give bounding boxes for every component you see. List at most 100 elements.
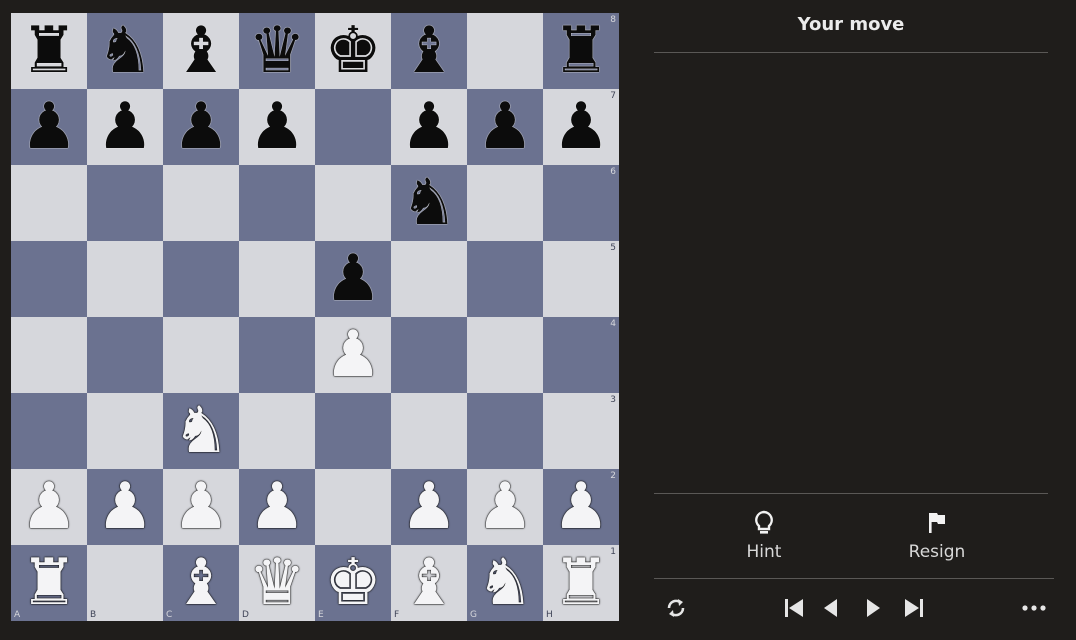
white-king-piece[interactable]: ♚ [324,551,381,615]
square-e2[interactable] [315,469,391,545]
square-e4[interactable]: ♟ [315,317,391,393]
square-c8[interactable]: ♝ [163,13,239,89]
square-c6[interactable] [163,165,239,241]
chess-board[interactable]: ♜ ♞ ♝ ♛ ♚ ♝ ♜ 8 ♟ ♟ ♟ ♟ ♟ ♟ ♟ 7 ♞ 6 ♟ 5 ♟ 4 ♞ 3 ♟ ♟ ♟ ♟ ♟ ♟ ♟ 2 ♜ A B ♝ C ♛ D ♚… [11,13,619,621]
white-pawn-piece[interactable]: ♟ [552,475,609,539]
square-e7[interactable] [315,89,391,165]
square-f6[interactable]: ♞ [391,165,467,241]
square-a4[interactable] [11,317,87,393]
square-e1[interactable]: ♚ E [315,545,391,621]
square-h5[interactable]: 5 [543,241,619,317]
black-pawn-piece[interactable]: ♟ [248,95,305,159]
white-pawn-piece[interactable]: ♟ [476,475,533,539]
black-pawn-piece[interactable]: ♟ [400,95,457,159]
square-b5[interactable] [87,241,163,317]
square-g5[interactable] [467,241,543,317]
square-c2[interactable]: ♟ [163,469,239,545]
square-d4[interactable] [239,317,315,393]
square-f5[interactable] [391,241,467,317]
resign-button[interactable]: Resign [882,510,992,562]
square-d1[interactable]: ♛ D [239,545,315,621]
square-g7[interactable]: ♟ [467,89,543,165]
square-d8[interactable]: ♛ [239,13,315,89]
square-a6[interactable] [11,165,87,241]
square-c4[interactable] [163,317,239,393]
square-f8[interactable]: ♝ [391,13,467,89]
black-queen-piece[interactable]: ♛ [248,19,305,83]
flip-board-button[interactable] [662,594,690,622]
square-c5[interactable] [163,241,239,317]
square-a3[interactable] [11,393,87,469]
white-knight-piece[interactable]: ♞ [172,399,229,463]
more-options-button[interactable] [1020,594,1048,622]
square-b7[interactable]: ♟ [87,89,163,165]
black-pawn-piece[interactable]: ♟ [476,95,533,159]
black-pawn-piece[interactable]: ♟ [96,95,153,159]
square-g1[interactable]: ♞ G [467,545,543,621]
white-rook-piece[interactable]: ♜ [20,551,77,615]
previous-move-button[interactable] [820,594,842,622]
white-pawn-piece[interactable]: ♟ [324,323,381,387]
white-rook-piece[interactable]: ♜ [552,551,609,615]
square-g4[interactable] [467,317,543,393]
first-move-button[interactable] [782,594,806,622]
square-f7[interactable]: ♟ [391,89,467,165]
square-e8[interactable]: ♚ [315,13,391,89]
square-d7[interactable]: ♟ [239,89,315,165]
square-g2[interactable]: ♟ [467,469,543,545]
square-b8[interactable]: ♞ [87,13,163,89]
square-h2[interactable]: ♟ 2 [543,469,619,545]
square-a7[interactable]: ♟ [11,89,87,165]
square-e5[interactable]: ♟ [315,241,391,317]
square-f3[interactable] [391,393,467,469]
square-f2[interactable]: ♟ [391,469,467,545]
black-pawn-piece[interactable]: ♟ [172,95,229,159]
square-a5[interactable] [11,241,87,317]
black-knight-piece[interactable]: ♞ [400,171,457,235]
white-bishop-piece[interactable]: ♝ [400,551,457,615]
white-pawn-piece[interactable]: ♟ [96,475,153,539]
square-e3[interactable] [315,393,391,469]
square-h6[interactable]: 6 [543,165,619,241]
white-queen-piece[interactable]: ♛ [248,551,305,615]
black-pawn-piece[interactable]: ♟ [552,95,609,159]
black-rook-piece[interactable]: ♜ [20,19,77,83]
square-e6[interactable] [315,165,391,241]
square-b2[interactable]: ♟ [87,469,163,545]
square-h8[interactable]: ♜ 8 [543,13,619,89]
black-pawn-piece[interactable]: ♟ [324,247,381,311]
square-f1[interactable]: ♝ F [391,545,467,621]
white-bishop-piece[interactable]: ♝ [172,551,229,615]
square-d5[interactable] [239,241,315,317]
square-h1[interactable]: ♜ 1 H [543,545,619,621]
white-pawn-piece[interactable]: ♟ [20,475,77,539]
square-g6[interactable] [467,165,543,241]
last-move-button[interactable] [902,594,926,622]
square-c7[interactable]: ♟ [163,89,239,165]
square-f4[interactable] [391,317,467,393]
hint-button[interactable]: Hint [709,510,819,562]
next-move-button[interactable] [862,594,884,622]
square-d6[interactable] [239,165,315,241]
square-d3[interactable] [239,393,315,469]
square-b1[interactable]: B [87,545,163,621]
square-b3[interactable] [87,393,163,469]
square-g8[interactable] [467,13,543,89]
square-g3[interactable] [467,393,543,469]
square-h7[interactable]: ♟ 7 [543,89,619,165]
square-a2[interactable]: ♟ [11,469,87,545]
square-h4[interactable]: 4 [543,317,619,393]
square-b4[interactable] [87,317,163,393]
square-c1[interactable]: ♝ C [163,545,239,621]
black-bishop-piece[interactable]: ♝ [400,19,457,83]
square-b6[interactable] [87,165,163,241]
square-a1[interactable]: ♜ A [11,545,87,621]
black-pawn-piece[interactable]: ♟ [20,95,77,159]
white-pawn-piece[interactable]: ♟ [248,475,305,539]
black-knight-piece[interactable]: ♞ [96,19,153,83]
white-pawn-piece[interactable]: ♟ [400,475,457,539]
black-king-piece[interactable]: ♚ [324,19,381,83]
square-a8[interactable]: ♜ [11,13,87,89]
black-rook-piece[interactable]: ♜ [552,19,609,83]
black-bishop-piece[interactable]: ♝ [172,19,229,83]
